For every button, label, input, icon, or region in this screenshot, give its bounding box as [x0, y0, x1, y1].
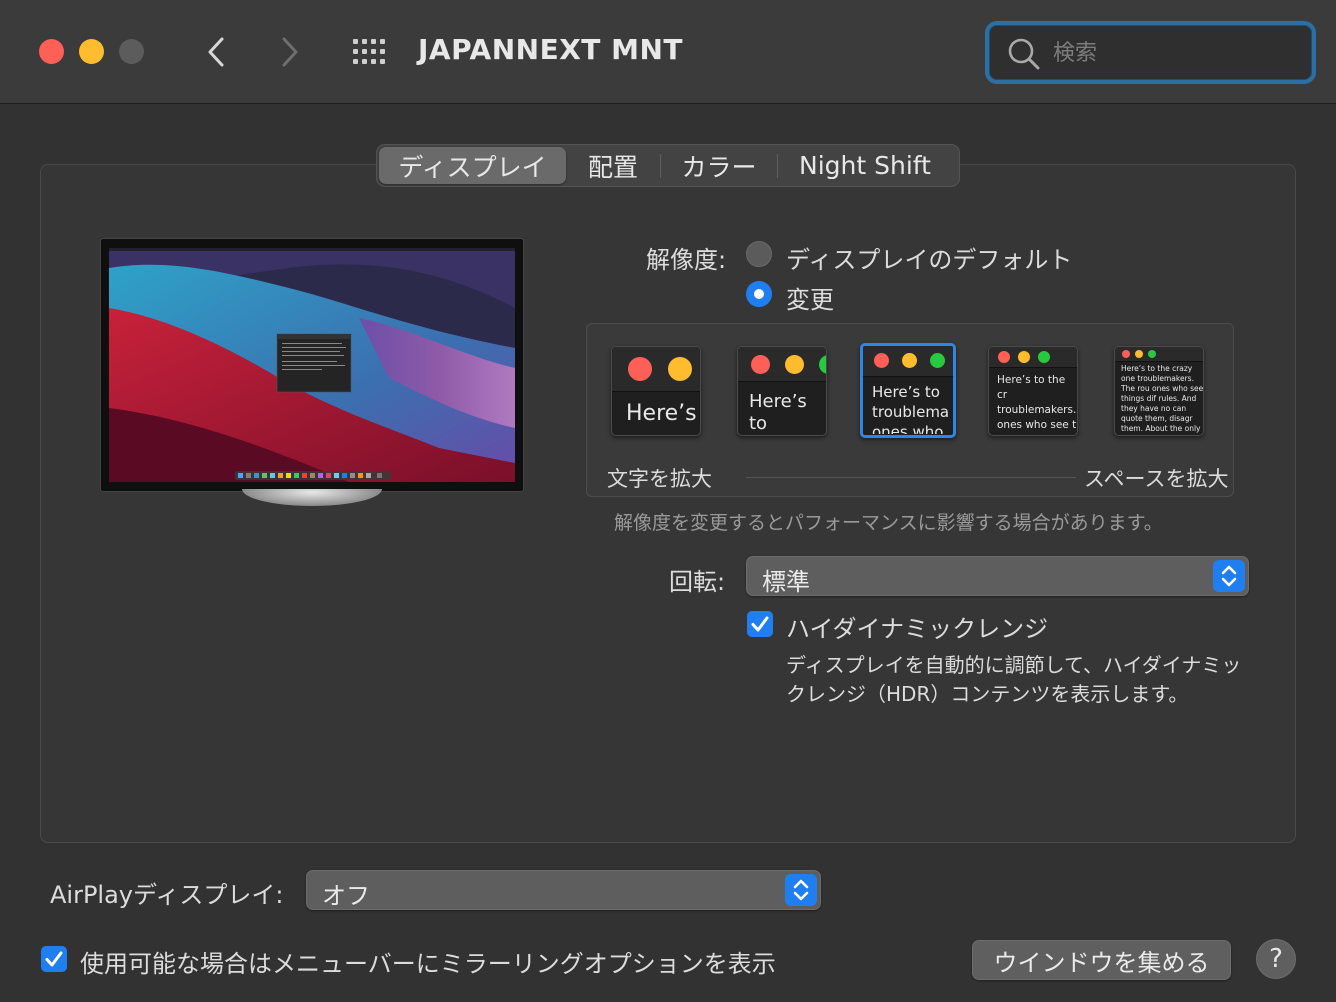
monitor-bezel [100, 238, 524, 492]
scale-label-more-space: スペースを拡大 [1084, 467, 1229, 491]
help-button[interactable]: ? [1256, 939, 1296, 979]
resolution-option-4[interactable]: Here’s to the cr troublemakers. ones who… [988, 346, 1078, 436]
hdr-label[interactable]: ハイダイナミックレンジ [786, 609, 1048, 644]
preview-text: Here’s to troublema ones who [872, 383, 950, 434]
hdr-checkbox[interactable] [747, 611, 773, 637]
preview-text: Here’s to the cr troublemakers. ones who… [997, 374, 1077, 435]
monitor-preview [100, 238, 524, 506]
tab-color[interactable]: カラー [661, 147, 777, 184]
resolution-option-3-selected[interactable]: Here’s to troublema ones who [860, 343, 956, 438]
airplay-popup[interactable]: オフ [306, 870, 821, 910]
tab-display[interactable]: ディスプレイ [379, 147, 566, 184]
preview-text: Here’s to troublem [749, 391, 807, 434]
chevron-left-icon [208, 37, 224, 67]
close-window-button[interactable] [39, 39, 64, 64]
forward-button[interactable] [270, 30, 310, 74]
zoom-window-button [119, 39, 144, 64]
scale-divider [746, 477, 1076, 478]
tab-night-shift[interactable]: Night Shift [778, 147, 952, 184]
mirroring-option-label[interactable]: 使用可能な場合はメニューバーにミラーリングオプションを表示 [80, 944, 776, 979]
tab-arrangement[interactable]: 配置 [566, 147, 660, 184]
resolution-default-label[interactable]: ディスプレイのデフォルト [786, 240, 1072, 275]
minimize-window-button[interactable] [79, 39, 104, 64]
airplay-value: オフ [322, 882, 370, 910]
mirroring-checkbox[interactable] [41, 946, 67, 972]
chevron-updown-icon [785, 874, 817, 906]
resolution-default-radio[interactable] [746, 241, 772, 267]
chevron-right-icon [282, 37, 298, 67]
resolution-option-2[interactable]: Here’s to troublem [737, 346, 827, 436]
resolution-option-larger-text[interactable]: Here’s [611, 346, 701, 436]
rotation-popup[interactable]: 標準 [746, 556, 1249, 596]
resolution-option-more-space[interactable]: Here’s to the crazy one troublemakers. T… [1114, 346, 1204, 436]
search-input[interactable] [1051, 35, 1295, 71]
window-title: JAPANNEXT MNT [418, 33, 684, 66]
monitor-stand [242, 489, 382, 506]
hdr-description-line1: ディスプレイを自動的に調節して、ハイダイナミッ [786, 653, 1242, 677]
hdr-description-line2: クレンジ（HDR）コンテンツを表示します。 [786, 682, 1189, 706]
wallpaper-preview [109, 248, 515, 482]
resolution-label: 解像度: [646, 246, 727, 274]
preview-text: Here’s to the crazy one troublemakers. T… [1121, 364, 1204, 433]
show-all-button[interactable] [350, 35, 390, 69]
scale-label-larger-text: 文字を拡大 [607, 467, 712, 491]
search-icon [1008, 38, 1040, 70]
rotation-value: 標準 [762, 568, 810, 596]
airplay-label: AirPlayディスプレイ: [50, 881, 284, 909]
chevron-updown-icon [1213, 560, 1245, 592]
resolution-scaled-radio[interactable] [746, 281, 772, 307]
back-button[interactable] [196, 30, 236, 74]
search-field[interactable] [985, 21, 1316, 84]
tab-bar: ディスプレイ 配置 カラー Night Shift [376, 144, 960, 187]
performance-note: 解像度を変更するとパフォーマンスに影響する場合があります。 [614, 512, 1163, 534]
gather-windows-button[interactable]: ウインドウを集める [972, 940, 1231, 980]
title-bar: JAPANNEXT MNT [0, 0, 1336, 104]
resolution-scaled-label[interactable]: 変更 [786, 280, 834, 315]
preview-text: Here’s [626, 401, 697, 426]
rotation-label: 回転: [669, 568, 726, 596]
